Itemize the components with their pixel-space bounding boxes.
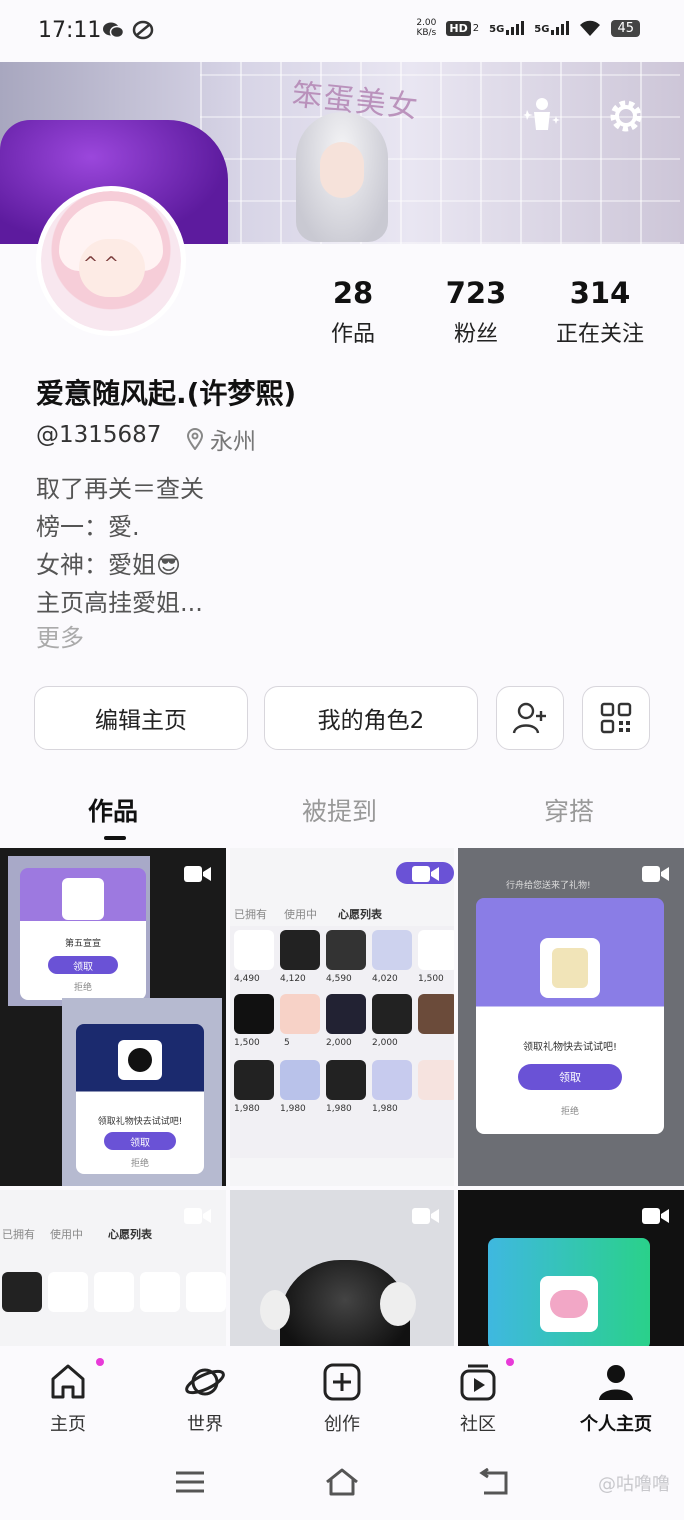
location-pin-icon (186, 428, 204, 450)
back-button[interactable] (474, 1464, 514, 1500)
add-friend-button[interactable] (496, 686, 564, 750)
video-camera-icon (412, 1208, 439, 1224)
video-camera-icon (184, 1208, 211, 1224)
video-camera-icon (412, 866, 439, 882)
video-camera-icon (642, 1208, 669, 1224)
window-backdrop (200, 62, 680, 244)
video-camera-icon (184, 866, 211, 882)
stat-followers[interactable]: 723 粉丝 (440, 276, 512, 348)
edit-profile-button[interactable]: 编辑主页 (34, 686, 248, 750)
bio-more-link[interactable]: 更多 (36, 618, 84, 653)
profile-person-icon (599, 1365, 633, 1400)
video-tile-2[interactable]: 已拥有 使用中 心愿列表 4,490 4,120 4,590 4,020 1,500 1… (230, 848, 454, 1186)
avatar-pose-icon[interactable] (522, 96, 562, 136)
notification-icons (102, 20, 154, 40)
stat-works[interactable]: 28 作品 (322, 276, 384, 348)
status-bar: 17:11 2.00 KB/s HD 2 5G 5G 45 (0, 0, 684, 62)
gift-card: 第五宣宣 领取 拒绝 (20, 868, 146, 1000)
stat-following[interactable]: 314 正在关注 (552, 276, 648, 348)
community-notification-dot (506, 1358, 514, 1366)
battery-icon: 45 (611, 19, 640, 37)
wifi-icon (580, 20, 601, 36)
profile-location: 永州 (186, 422, 256, 456)
video-camera-icon (642, 866, 669, 882)
nav-home[interactable]: 主页 (18, 1360, 118, 1436)
home-system-button[interactable] (322, 1464, 362, 1500)
home-notification-dot (96, 1358, 104, 1366)
nav-profile[interactable]: 个人主页 (566, 1360, 666, 1436)
create-plus-icon (323, 1363, 361, 1401)
bottom-nav: 主页 世界 创作 社区 个人主页 (0, 1346, 684, 1446)
signal-icon-2: 5G (534, 21, 570, 35)
nav-world[interactable]: 世界 (155, 1360, 255, 1436)
hd-badge: HD (446, 20, 471, 36)
gift-card (488, 1238, 650, 1350)
net-speed: 2.00 KB/s (416, 18, 437, 38)
video-tile-4[interactable]: 已拥有 使用中 心愿列表 (0, 1190, 226, 1350)
video-tile-6[interactable] (458, 1190, 684, 1350)
clock: 17:11 (38, 18, 102, 43)
tab-indicator (104, 836, 126, 840)
recents-button[interactable] (170, 1464, 210, 1500)
profile-handle: @1315687 (36, 422, 162, 448)
my-role-button[interactable]: 我的角色2 (264, 686, 478, 750)
watermark: @咕噜噜 (598, 1474, 670, 1495)
signal-icon: 5G (489, 21, 525, 35)
banner-character (296, 112, 388, 244)
menu-icon (176, 1471, 204, 1493)
tab-works[interactable]: 作品 (88, 792, 138, 828)
community-play-icon (460, 1364, 496, 1401)
app-notification-icon (132, 20, 154, 40)
wechat-icon (103, 22, 124, 39)
tab-mentioned[interactable]: 被提到 (302, 792, 377, 828)
gift-card: 领取礼物快去试试吧! 领取 拒绝 (76, 1024, 204, 1174)
home-icon (51, 1364, 85, 1399)
gift-card: 领取礼物快去试试吧! 领取 拒绝 (476, 898, 664, 1134)
settings-gear-icon[interactable] (606, 96, 646, 136)
qr-code-button[interactable] (582, 686, 650, 750)
profile-bio: 取了再关＝查关 榜一：愛. 女神：愛姐😎 主页高挂愛姐... (36, 475, 204, 617)
tab-outfits[interactable]: 穿搭 (544, 792, 594, 828)
system-nav-bar: @咕噜噜 (0, 1446, 684, 1520)
video-tile-3[interactable]: 行舟给您送来了礼物! 领取礼物快去试试吧! 领取 拒绝 (458, 848, 684, 1186)
planet-icon (185, 1368, 225, 1396)
back-arrow-icon (479, 1468, 508, 1495)
nav-create[interactable]: 创作 (292, 1360, 392, 1436)
add-user-icon (512, 702, 546, 734)
nav-community[interactable]: 社区 (428, 1360, 528, 1436)
video-tile-1[interactable]: 第五宣宣 领取 拒绝 领取礼物快去试试吧! 领取 拒绝 (0, 848, 226, 1186)
profile-nickname: 爱意随风起.(许梦熙) (36, 377, 297, 410)
video-tile-5[interactable] (230, 1190, 454, 1350)
avatar[interactable]: ^ ^ (36, 186, 186, 336)
qr-code-icon (600, 702, 632, 734)
home-outline-icon (326, 1468, 358, 1496)
